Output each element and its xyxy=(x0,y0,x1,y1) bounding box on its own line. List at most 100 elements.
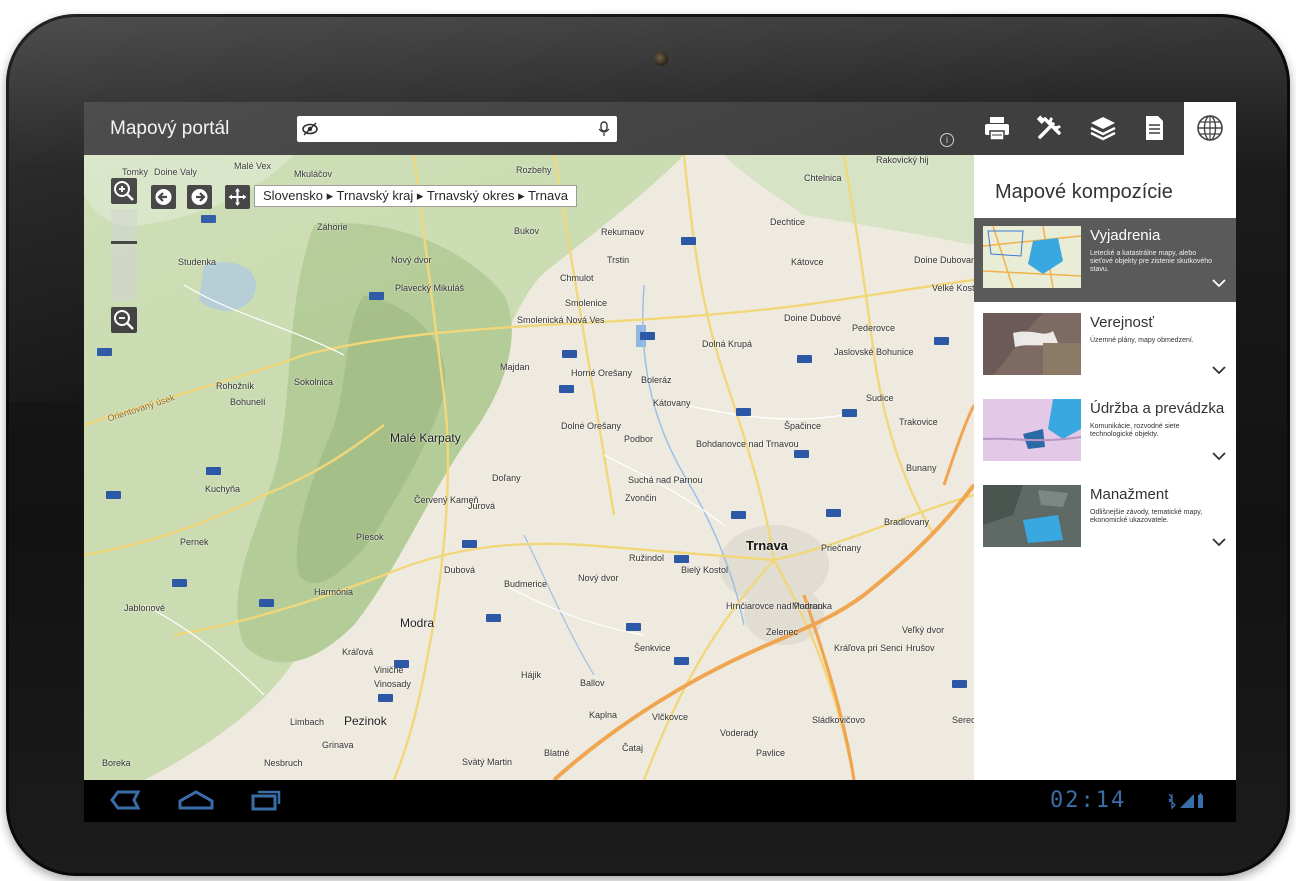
camera-icon xyxy=(654,52,668,66)
recent-apps-icon[interactable] xyxy=(249,788,283,812)
map-label: Kátovce xyxy=(791,257,824,267)
map-label: Budmerice xyxy=(504,579,548,589)
map-label: Kaplna xyxy=(589,710,618,720)
composition-thumbnail xyxy=(983,485,1081,547)
composition-card-manazment[interactable]: Manažment Odlišnejšie závody, tematické … xyxy=(974,477,1236,561)
home-icon[interactable] xyxy=(176,788,216,812)
composition-title: Verejnosť xyxy=(1090,314,1154,331)
map-label: Píesok xyxy=(356,532,384,542)
map-label: Rohožník xyxy=(216,381,255,391)
search-box[interactable] xyxy=(297,116,617,142)
map-view[interactable]: Tomky Doine Valy Malé Vex Mkuláčov Rozbe… xyxy=(84,155,974,780)
arrow-left-icon xyxy=(155,189,172,205)
back-icon[interactable] xyxy=(108,788,142,812)
road-sign xyxy=(486,614,501,622)
map-label: Doine Dubové xyxy=(784,313,842,323)
tools-icon[interactable] xyxy=(1033,111,1067,145)
road-sign xyxy=(934,337,949,345)
road-sign xyxy=(369,292,384,300)
road-sign xyxy=(826,509,841,517)
composition-card-udrzba[interactable]: Údržba a prevádzka Komunikácie, rozvodné… xyxy=(974,391,1236,475)
map-label: Pederovce xyxy=(852,323,896,333)
composition-description: Územné plány, mapy obmedzení. xyxy=(1090,337,1194,344)
map-label: Boleráz xyxy=(641,375,672,385)
map-label: Ružindol xyxy=(629,553,665,563)
road-sign xyxy=(674,657,689,665)
chevron-down-icon[interactable] xyxy=(1212,365,1226,375)
zoom-in-icon xyxy=(114,181,134,201)
road-sign xyxy=(97,348,112,356)
app-title: Mapový portál xyxy=(110,118,230,139)
composition-thumbnail xyxy=(983,399,1081,461)
tab-globe[interactable] xyxy=(1184,102,1236,155)
road-sign xyxy=(394,660,409,668)
road-sign xyxy=(626,623,641,631)
map-label: Studenka xyxy=(178,257,217,267)
eye-icon[interactable] xyxy=(301,120,319,138)
zoom-out-button[interactable] xyxy=(111,307,137,333)
composition-description: Komunikácie, rozvodné siete technologick… xyxy=(1090,423,1180,438)
document-icon[interactable] xyxy=(1137,111,1171,145)
composition-title: Údržba a prevádzka xyxy=(1090,400,1225,417)
composition-card-vyjadrenia[interactable]: Vyjadrenia Letecké a katastrálne mapy, a… xyxy=(974,218,1236,302)
map-label: Harmónia xyxy=(314,587,354,597)
composition-description: Letecké a katastrálne mapy, alebo sieťov… xyxy=(1090,250,1213,273)
map-label: Sudice xyxy=(866,393,894,403)
map-label: Limbach xyxy=(290,717,325,727)
map-label: Vlčkovce xyxy=(652,712,689,722)
tablet-frame: Mapový portál i Tomky Doine Valy Malé Ve… xyxy=(6,14,1290,876)
map-label: Veľký dvor xyxy=(902,625,945,635)
map-label: Sokolnica xyxy=(294,377,334,387)
map-label: Nesbruch xyxy=(264,758,303,768)
map-label: Ballov xyxy=(580,678,605,688)
forward-button[interactable] xyxy=(187,185,212,209)
composition-card-verejnost[interactable]: Verejnosť Územné plány, mapy obmedzení. xyxy=(974,305,1236,389)
road-sign xyxy=(842,409,857,417)
map-label: Jablonové xyxy=(124,603,166,613)
road-sign xyxy=(952,680,967,688)
road-sign xyxy=(797,355,812,363)
map-label: Majdan xyxy=(500,362,530,372)
zoom-slider[interactable] xyxy=(111,209,137,301)
map-label: Zvončin xyxy=(625,493,657,503)
map-label: Dolné Orešany xyxy=(561,421,622,431)
sensor-dot xyxy=(710,57,714,61)
map-label: Chmulot xyxy=(560,273,594,283)
road-sign xyxy=(681,237,696,245)
map-label: Priečnany xyxy=(821,543,862,553)
compositions-panel: Mapové kompozície Vyjadrenia Letecké a k… xyxy=(974,155,1236,780)
zoom-out-icon xyxy=(114,310,134,330)
status-clock: 02:14 xyxy=(1050,788,1127,813)
zoom-slider-thumb[interactable] xyxy=(111,241,137,244)
map-label: Podbor xyxy=(624,434,654,444)
screen: Mapový portál i Tomky Doine Valy Malé Ve… xyxy=(84,102,1236,822)
back-button[interactable] xyxy=(151,185,176,209)
map-label: Malé Vex xyxy=(234,161,272,171)
pan-button[interactable] xyxy=(225,185,250,209)
chevron-down-icon[interactable] xyxy=(1212,537,1226,547)
print-icon[interactable] xyxy=(980,111,1014,145)
map-label: Dolná Krupá xyxy=(702,339,753,349)
map-label: Zelenec xyxy=(766,627,799,637)
layers-icon[interactable] xyxy=(1086,111,1120,145)
chevron-down-icon[interactable] xyxy=(1212,451,1226,461)
info-icon[interactable]: i xyxy=(940,133,954,147)
map-label: Pezinok xyxy=(344,714,387,728)
panel-title: Mapové kompozície xyxy=(995,181,1173,203)
search-input[interactable] xyxy=(323,119,587,139)
microphone-icon[interactable] xyxy=(597,120,611,138)
map-label: Doine Dubovany xyxy=(914,255,974,265)
map-label: Tomky xyxy=(122,167,149,177)
top-bar: Mapový portál i xyxy=(84,102,1236,155)
map-label: Trstin xyxy=(607,255,630,265)
globe-icon xyxy=(1197,115,1223,141)
chevron-down-icon[interactable] xyxy=(1212,278,1226,288)
map-label: Bielý Kostol xyxy=(681,565,729,575)
location-breadcrumb[interactable]: Slovensko ▸ Trnavský kraj ▸ Trnavský okr… xyxy=(254,185,577,207)
map-label: Velké Kostoľany xyxy=(932,283,974,293)
zoom-in-button[interactable] xyxy=(111,178,137,204)
road-sign xyxy=(736,408,751,416)
road-sign xyxy=(559,385,574,393)
road-sign xyxy=(794,450,809,458)
map-label: Doine Valy xyxy=(154,167,197,177)
